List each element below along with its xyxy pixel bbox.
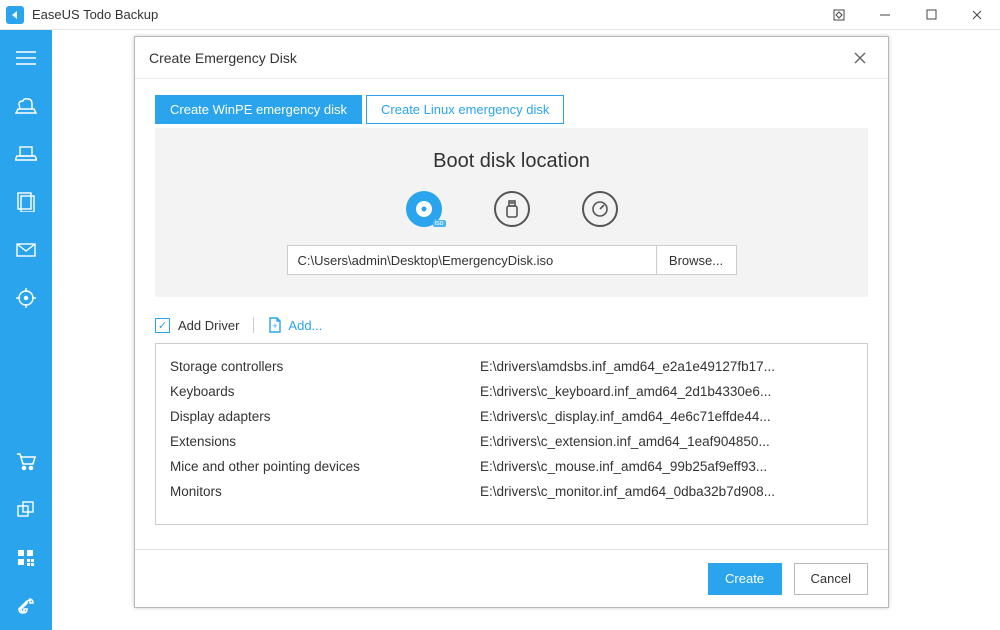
table-row[interactable]: KeyboardsE:\drivers\c_keyboard.inf_amd64… bbox=[156, 379, 867, 404]
cd-option-icon[interactable] bbox=[582, 191, 618, 227]
driver-path: E:\drivers\c_monitor.inf_amd64_0dba32b7d… bbox=[480, 484, 853, 499]
app-logo-icon bbox=[6, 6, 24, 24]
table-row[interactable]: Display adaptersE:\drivers\c_display.inf… bbox=[156, 404, 867, 429]
driver-path: E:\drivers\c_display.inf_amd64_4e6c71eff… bbox=[480, 409, 853, 424]
browse-button[interactable]: Browse... bbox=[657, 245, 737, 275]
toggle-icon[interactable] bbox=[816, 0, 862, 30]
driver-category: Extensions bbox=[170, 434, 480, 449]
boot-disk-panel: Boot disk location bbox=[155, 128, 868, 297]
emergency-disk-tabs: Create WinPE emergency disk Create Linux… bbox=[155, 95, 868, 124]
dialog-footer: Create Cancel bbox=[135, 549, 888, 607]
sidebar bbox=[0, 30, 52, 630]
create-button[interactable]: Create bbox=[708, 563, 782, 595]
iso-option-icon[interactable] bbox=[406, 191, 442, 227]
table-row[interactable]: Storage controllersE:\drivers\amdsbs.inf… bbox=[156, 354, 867, 379]
file-backup-icon[interactable] bbox=[0, 178, 52, 226]
usb-option-icon[interactable] bbox=[494, 191, 530, 227]
tab-linux[interactable]: Create Linux emergency disk bbox=[366, 95, 564, 124]
tools-icon[interactable] bbox=[0, 582, 52, 630]
content-area: Create Emergency Disk Create WinPE emerg… bbox=[52, 30, 1000, 630]
app-title: EaseUS Todo Backup bbox=[32, 7, 158, 22]
titlebar: EaseUS Todo Backup bbox=[0, 0, 1000, 30]
driver-category: Keyboards bbox=[170, 384, 480, 399]
driver-path: E:\drivers\c_mouse.inf_amd64_99b25af9eff… bbox=[480, 459, 853, 474]
svg-text:+: + bbox=[273, 321, 278, 331]
add-driver-link[interactable]: + Add... bbox=[268, 317, 322, 333]
tab-winpe[interactable]: Create WinPE emergency disk bbox=[155, 95, 362, 124]
add-file-icon: + bbox=[268, 317, 282, 333]
table-row[interactable]: Mice and other pointing devicesE:\driver… bbox=[156, 454, 867, 479]
table-row[interactable]: ExtensionsE:\drivers\c_extension.inf_amd… bbox=[156, 429, 867, 454]
boot-disk-title: Boot disk location bbox=[175, 150, 848, 173]
driver-category: Storage controllers bbox=[170, 359, 480, 374]
driver-path: E:\drivers\c_extension.inf_amd64_1eaf904… bbox=[480, 434, 853, 449]
mail-backup-icon[interactable] bbox=[0, 226, 52, 274]
table-row[interactable]: MonitorsE:\drivers\c_monitor.inf_amd64_0… bbox=[156, 479, 867, 504]
driver-path: E:\drivers\c_keyboard.inf_amd64_2d1b4330… bbox=[480, 384, 853, 399]
driver-category: Monitors bbox=[170, 484, 480, 499]
cart-icon[interactable] bbox=[0, 438, 52, 486]
add-driver-label: Add Driver bbox=[178, 318, 239, 333]
close-button[interactable] bbox=[954, 0, 1000, 30]
add-driver-checkbox[interactable]: ✓ bbox=[155, 318, 170, 333]
target-icon[interactable] bbox=[0, 274, 52, 322]
maximize-button[interactable] bbox=[908, 0, 954, 30]
add-link-label: Add... bbox=[288, 318, 322, 333]
driver-category: Display adapters bbox=[170, 409, 480, 424]
dialog-title: Create Emergency Disk bbox=[149, 50, 297, 66]
driver-table: Storage controllersE:\drivers\amdsbs.inf… bbox=[155, 343, 868, 525]
disk-backup-icon[interactable] bbox=[0, 82, 52, 130]
minimize-button[interactable] bbox=[862, 0, 908, 30]
dialog-header: Create Emergency Disk bbox=[135, 37, 888, 79]
menu-icon[interactable] bbox=[0, 34, 52, 82]
cancel-button[interactable]: Cancel bbox=[794, 563, 868, 595]
add-driver-row: ✓ Add Driver + Add... bbox=[155, 317, 868, 333]
driver-category: Mice and other pointing devices bbox=[170, 459, 480, 474]
system-backup-icon[interactable] bbox=[0, 130, 52, 178]
clone-icon[interactable] bbox=[0, 486, 52, 534]
driver-path: E:\drivers\amdsbs.inf_amd64_e2a1e49127fb… bbox=[480, 359, 853, 374]
apps-icon[interactable] bbox=[0, 534, 52, 582]
separator bbox=[253, 317, 254, 333]
iso-path-input[interactable] bbox=[287, 245, 657, 275]
dialog-close-button[interactable] bbox=[846, 44, 874, 72]
create-emergency-disk-dialog: Create Emergency Disk Create WinPE emerg… bbox=[134, 36, 889, 608]
